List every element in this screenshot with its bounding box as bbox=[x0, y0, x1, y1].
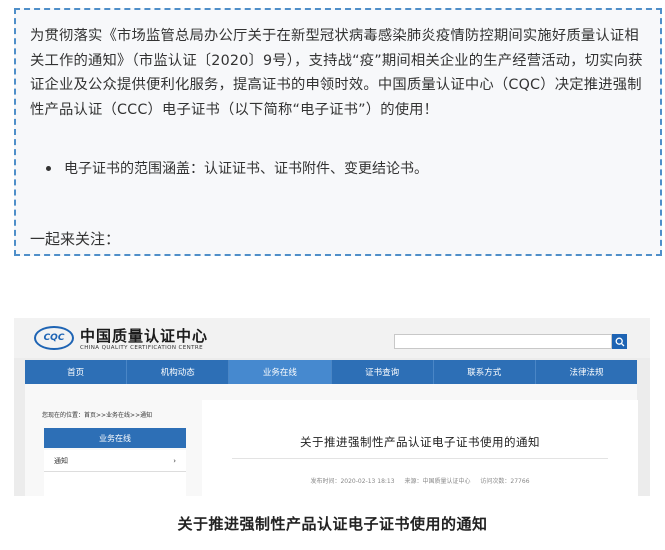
search-input[interactable] bbox=[394, 334, 612, 349]
nav-news[interactable]: 机构动态 bbox=[127, 360, 230, 384]
logo-english-name: CHINA QUALITY CERTIFICATION CENTRE bbox=[80, 345, 204, 351]
bullet-item: 电子证书的范围涵盖：认证证书、证书附件、变更结论书。 bbox=[46, 158, 428, 178]
breadcrumb: 您现在的位置：首页>>业务在线>>通知 bbox=[42, 412, 153, 419]
nav-laws[interactable]: 法律法规 bbox=[536, 360, 637, 384]
image-caption: 关于推进强制性产品认证电子证书使用的通知 bbox=[177, 515, 488, 533]
logo-chinese-name: 中国质量认证中心 bbox=[80, 327, 209, 345]
nav-home[interactable]: 首页 bbox=[25, 360, 128, 384]
nav-contact[interactable]: 联系方式 bbox=[434, 360, 536, 384]
search-button[interactable] bbox=[612, 334, 627, 349]
article-panel: 关于推进强制性产品认证电子证书使用的通知 发布时间：2020-02-13 18:… bbox=[202, 400, 638, 496]
main-navbar: 首页 机构动态 业务在线 证书查询 联系方式 法律法规 bbox=[25, 360, 637, 384]
bullet-dot-icon bbox=[46, 165, 51, 171]
cqc-logo-icon[interactable]: CQC bbox=[34, 326, 74, 350]
follow-text: 一起来关注： bbox=[30, 230, 121, 248]
bullet-text: 电子证书的范围涵盖：认证证书、证书附件、变更结论书。 bbox=[64, 161, 428, 177]
notice-paragraph: 为贯彻落实《市场监管总局办公厅关于在新型冠状病毒感染肺炎疫情防控期间实施好质量认… bbox=[30, 28, 643, 118]
article-divider bbox=[232, 458, 608, 459]
sidebar-item-notice[interactable]: 通知 › bbox=[44, 450, 186, 472]
meta-source: 来源：中国质量认证中心 bbox=[404, 478, 471, 485]
website-screenshot: CQC 中国质量认证中心 CHINA QUALITY CERTIFICATION… bbox=[14, 318, 650, 496]
article-meta: 发布时间：2020-02-13 18:13 来源：中国质量认证中心 访问次数：2… bbox=[202, 476, 638, 485]
meta-date: 发布时间：2020-02-13 18:13 bbox=[310, 478, 395, 485]
sidebar-panel bbox=[44, 468, 186, 496]
nav-certificate-query[interactable]: 证书查询 bbox=[332, 360, 434, 384]
sidebar-item-label: 通知 bbox=[54, 456, 68, 465]
search-icon bbox=[615, 337, 624, 346]
notice-box: 为贯彻落实《市场监管总局办公厅关于在新型冠状病毒感染肺炎疫情防控期间实施好质量认… bbox=[14, 8, 662, 256]
chevron-right-icon: › bbox=[173, 456, 176, 465]
meta-views: 访问次数：27766 bbox=[480, 478, 530, 485]
nav-business-online[interactable]: 业务在线 bbox=[229, 360, 332, 384]
sidebar-title: 业务在线 bbox=[44, 428, 186, 448]
article-title: 关于推进强制性产品认证电子证书使用的通知 bbox=[300, 435, 540, 449]
